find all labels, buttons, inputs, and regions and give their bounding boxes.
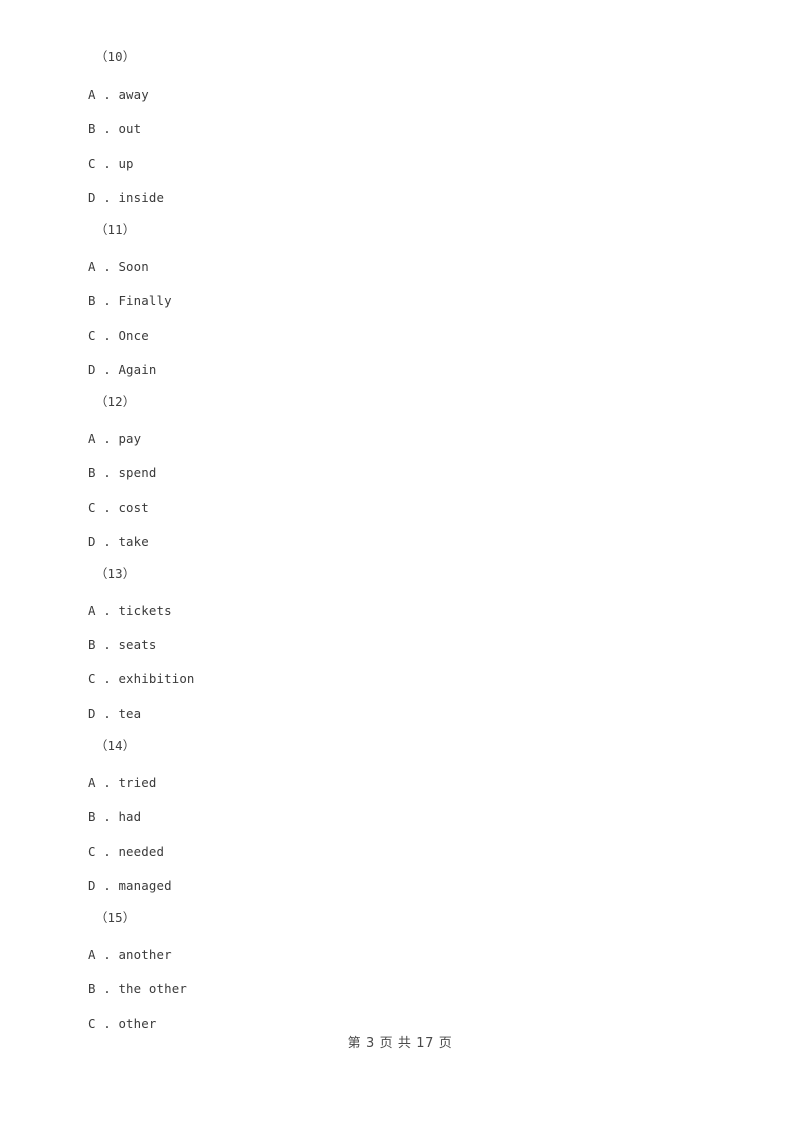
answer-option: A . tickets (88, 603, 172, 618)
answer-option: A . Soon (88, 259, 149, 274)
answer-option: C . up (88, 156, 134, 171)
answer-option: B . the other (88, 981, 187, 996)
answer-option: C . other (88, 1016, 157, 1031)
answer-option: D . Again (88, 362, 157, 377)
answer-option: A . away (88, 87, 149, 102)
answer-option: D . managed (88, 878, 172, 893)
answer-option: B . had (88, 809, 142, 824)
answer-option: B . seats (88, 637, 157, 652)
document-page: （10） A . away B . out C . up D . inside （11） A… (0, 0, 800, 1132)
question-number: （15） (95, 910, 136, 925)
answer-option: A . tried (88, 775, 157, 790)
question-number: （14） (95, 738, 136, 753)
answer-option: D . take (88, 534, 149, 549)
question-number: （10） (95, 49, 136, 64)
answer-option: C . needed (88, 844, 165, 859)
answer-option: B . spend (88, 465, 157, 480)
answer-option: A . pay (88, 431, 142, 446)
question-number: （12） (95, 394, 136, 409)
question-number: （13） (95, 566, 136, 581)
answer-option: C . Once (88, 328, 149, 343)
answer-option: A . another (88, 947, 172, 962)
answer-option: C . exhibition (88, 671, 195, 686)
answer-option: C . cost (88, 500, 149, 515)
answer-option: D . inside (88, 190, 165, 205)
question-number: （11） (95, 222, 136, 237)
answer-option: B . out (88, 121, 142, 136)
page-footer: 第 3 页 共 17 页 (347, 1036, 453, 1051)
answer-option: B . Finally (88, 293, 172, 308)
answer-option: D . tea (88, 706, 142, 721)
